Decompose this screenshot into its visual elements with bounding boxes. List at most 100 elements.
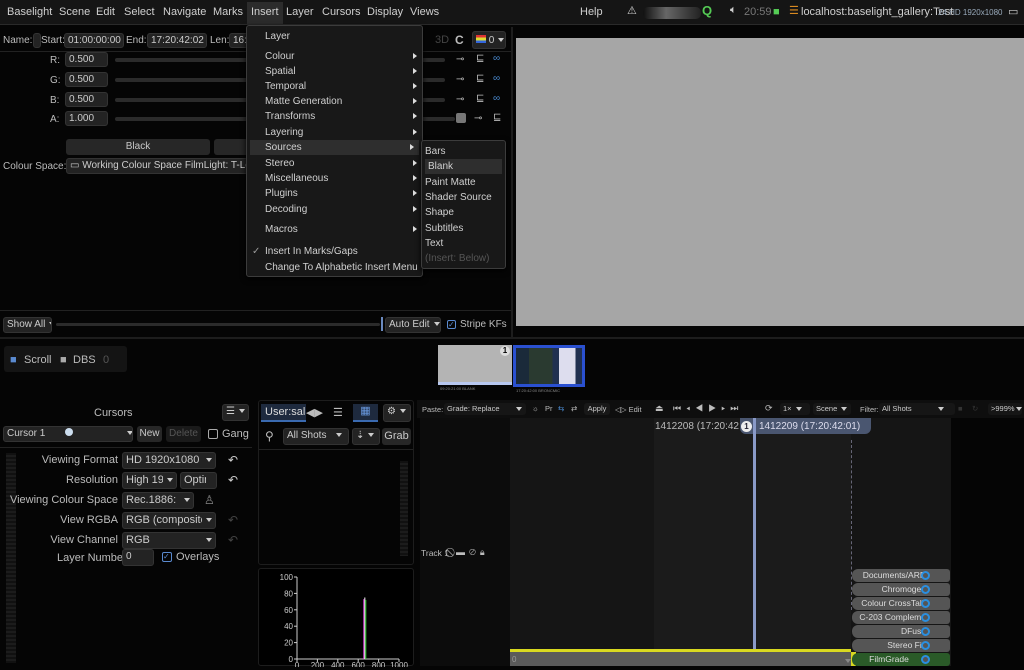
lock-timeline-icon[interactable]: ■: [958, 404, 963, 413]
node-connector-icon[interactable]: [921, 655, 930, 664]
insert-menu-item[interactable]: Decoding: [247, 202, 422, 217]
menu-insert[interactable]: Insert: [247, 2, 283, 24]
insert-menu-item[interactable]: Colour: [247, 49, 422, 64]
stripe-kfs-checkbox[interactable]: ✓: [447, 320, 456, 329]
node-connector-icon[interactable]: [921, 599, 930, 608]
cursor-row-dropdown[interactable]: RGB (composited: [122, 512, 216, 529]
reset-icon[interactable]: ↶: [228, 453, 238, 467]
end-field[interactable]: 17:20:42:02: [147, 33, 207, 48]
scroll-label[interactable]: Scroll: [24, 354, 52, 366]
timeline-scrubber[interactable]: [56, 323, 380, 326]
scroll-lock-icon[interactable]: ■: [10, 354, 17, 366]
key-icon[interactable]: ⊸: [456, 74, 464, 85]
insert-menu-item[interactable]: Macros: [247, 222, 422, 237]
reset-icon[interactable]: ↶: [228, 533, 238, 547]
menu-select[interactable]: Select: [124, 6, 155, 18]
link-icon[interactable]: ∞: [493, 53, 500, 64]
auto-edit-dropdown[interactable]: Auto Edit: [385, 317, 441, 333]
dbs-label[interactable]: DBS: [73, 354, 96, 366]
stack-node[interactable]: Colour CrossTalk: [852, 597, 950, 610]
stack-node[interactable]: Documents/ARR: [852, 569, 950, 582]
layer-bar[interactable]: [510, 652, 851, 666]
menu-help[interactable]: Help: [580, 6, 603, 18]
start-field[interactable]: 01:00:00:00: [64, 33, 124, 48]
key-icon[interactable]: ⊸: [456, 54, 464, 65]
paste-dropdown[interactable]: Grade: Replace: [444, 403, 526, 415]
menu-cursors[interactable]: Cursors: [322, 6, 361, 18]
colour-space-lock-icon[interactable]: ♙: [204, 493, 215, 507]
warning-icon[interactable]: ⚠: [627, 4, 637, 17]
loop-icon[interactable]: ⟳: [765, 403, 773, 414]
g-field[interactable]: 0.500: [65, 72, 108, 87]
c-toggle[interactable]: C: [455, 33, 464, 47]
zoom-dropdown[interactable]: >999%: [988, 403, 1022, 415]
reset-icon[interactable]: ↶: [228, 513, 238, 527]
filter-dropdown[interactable]: All Shots: [879, 403, 955, 415]
stack-node[interactable]: FilmGrade: [852, 653, 950, 666]
transport-controls[interactable]: ⏮◂◀▶▸⏭: [673, 403, 743, 414]
dbs-lock-icon[interactable]: ■: [60, 354, 67, 366]
node-connector-icon[interactable]: [921, 585, 930, 594]
key-icon[interactable]: ⊸: [474, 113, 482, 124]
user-tab[interactable]: User:sali: [261, 404, 306, 422]
node-connector-icon[interactable]: [921, 627, 930, 636]
node-connector-icon[interactable]: [921, 641, 930, 650]
name-field[interactable]: [33, 33, 41, 48]
show-all-dropdown[interactable]: Show All: [3, 317, 52, 333]
sources-item[interactable]: Text: [422, 236, 505, 251]
shots-filter-dropdown[interactable]: All Shots: [283, 428, 349, 445]
cursor-row-dropdown[interactable]: Rec.1886:: [122, 492, 194, 509]
a-slider-handle[interactable]: [456, 113, 466, 123]
thumbnail-shot[interactable]: [513, 345, 585, 387]
cursor-row-dropdown[interactable]: HD 1920x1080: [122, 452, 216, 469]
menu-edit[interactable]: Edit: [96, 6, 115, 18]
node-connector-icon[interactable]: [921, 613, 930, 622]
viewer-image[interactable]: [516, 38, 1024, 326]
sources-item[interactable]: Paint Matte: [422, 175, 505, 190]
database-path[interactable]: localhost:baselight_gallery:Test: [801, 6, 953, 18]
cursor-settings-button[interactable]: ☰: [222, 404, 249, 421]
grab-button[interactable]: Grab: [382, 428, 411, 445]
cursor-dropdown[interactable]: Cursor 1: [3, 426, 133, 442]
refresh-icon[interactable]: ↻: [972, 404, 978, 413]
lock-icon[interactable]: ■: [773, 6, 780, 18]
sort-dropdown[interactable]: ⇣: [352, 428, 380, 445]
node-connector-icon[interactable]: [921, 571, 930, 580]
curve-icon[interactable]: ⊑: [476, 73, 484, 84]
cursor-row-dropdown[interactable]: High 1920: [122, 472, 177, 489]
menu-marks[interactable]: Marks: [213, 6, 243, 18]
b-field[interactable]: 0.500: [65, 92, 108, 107]
insert-menu-item[interactable]: Sources: [250, 140, 419, 155]
colour-space-field[interactable]: ▭ Working Colour Space FilmLight: T-Log: [66, 158, 256, 174]
insert-menu-item[interactable]: Spatial: [247, 64, 422, 79]
light-icon[interactable]: ☼: [532, 404, 539, 413]
sources-item[interactable]: Bars: [422, 144, 505, 159]
curve-icon[interactable]: ⊑: [476, 93, 484, 104]
browser-scrollbar[interactable]: [400, 461, 408, 556]
curve-icon[interactable]: ⊑: [493, 112, 501, 123]
apply-button[interactable]: Apply: [584, 403, 610, 415]
monitor-icon[interactable]: ▭: [1008, 5, 1018, 18]
r-field[interactable]: 0.500: [65, 52, 108, 67]
black-button[interactable]: Black: [66, 139, 210, 155]
browser-settings-button[interactable]: ⚙: [383, 404, 411, 422]
insert-menu-item[interactable]: Stereo: [247, 156, 422, 171]
insert-menu-item[interactable]: Temporal: [247, 79, 422, 94]
layer-number-field[interactable]: 0: [122, 549, 154, 566]
tab-scroll-arrows[interactable]: ◀▶: [306, 406, 323, 419]
cut-mode-icon[interactable]: ⏏: [655, 403, 664, 414]
stack-node[interactable]: DFuse: [852, 625, 950, 638]
overlays-checkbox[interactable]: ✓: [162, 552, 172, 562]
delete-cursor-button[interactable]: Delete: [166, 426, 201, 442]
insert-menu-item[interactable]: Layer: [247, 29, 422, 44]
insert-menu-item[interactable]: Transforms: [247, 109, 422, 124]
menu-baselight[interactable]: Baselight: [7, 6, 52, 18]
new-cursor-button[interactable]: New: [137, 426, 162, 442]
insert-menu-item[interactable]: Miscellaneous: [247, 171, 422, 186]
search-icon[interactable]: ⚲: [265, 429, 274, 443]
sources-item[interactable]: Subtitles: [422, 221, 505, 236]
insert-menu-item[interactable]: Plugins: [247, 186, 422, 201]
reset-icon[interactable]: ↶: [228, 473, 238, 487]
gang-checkbox[interactable]: [208, 429, 218, 439]
sources-item[interactable]: Shape: [422, 205, 505, 220]
